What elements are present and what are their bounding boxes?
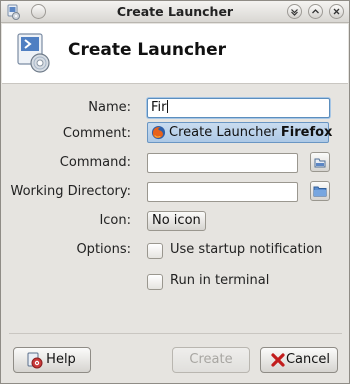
help-button-label: Help (46, 352, 76, 367)
name-input-value: Fir (151, 100, 167, 115)
working-directory-input[interactable] (147, 182, 298, 202)
launcher-icon (17, 33, 50, 73)
firefox-icon (151, 125, 166, 140)
autocomplete-suggestion[interactable]: Create Launcher Firefox (147, 122, 332, 143)
cancel-icon (271, 353, 285, 367)
title-bar[interactable]: Create Launcher (1, 1, 349, 23)
command-input[interactable] (147, 153, 298, 173)
minimize-button[interactable] (287, 4, 302, 19)
page-title: Create Launcher (68, 40, 227, 60)
browse-folder-button[interactable] (310, 181, 330, 201)
options-label-text: Options: (76, 242, 131, 257)
name-input[interactable]: Fir (147, 98, 330, 118)
name-label: Name: (88, 100, 131, 115)
dialog-header: Create Launcher (2, 24, 348, 84)
create-button-label: Create (189, 352, 233, 367)
create-button[interactable]: Create (172, 347, 250, 373)
choose-icon-button-label: No icon (152, 213, 201, 228)
working-directory-label-text: Working Directory: (10, 184, 131, 199)
name-label-text: Name: (88, 100, 131, 115)
close-button[interactable] (329, 4, 344, 19)
chevron-down-icon (291, 9, 298, 16)
icon-label: Icon: (99, 213, 131, 228)
run-in-terminal-label[interactable]: Run in terminal (170, 273, 269, 288)
startup-notification-checkbox[interactable] (147, 243, 163, 259)
maximize-button[interactable] (308, 4, 323, 19)
file-browse-icon (314, 158, 326, 168)
icon-label-text: Icon: (99, 213, 131, 228)
cancel-button[interactable]: Cancel (260, 347, 338, 373)
options-label: Options: (76, 242, 131, 257)
help-icon (27, 352, 43, 369)
close-icon (333, 8, 340, 15)
browse-command-button[interactable] (310, 152, 330, 172)
comment-label-text: Comment: (62, 126, 131, 141)
footer-divider (9, 333, 342, 334)
run-in-terminal-checkbox[interactable] (147, 274, 163, 290)
folder-icon (313, 186, 327, 197)
startup-notification-label[interactable]: Use startup notification (170, 242, 322, 257)
suggestion-prefix: Create Launcher (169, 125, 281, 140)
choose-icon-button[interactable]: No icon (147, 211, 206, 231)
suggestion-match: Firefox (280, 125, 333, 140)
help-button[interactable]: Help (13, 347, 91, 373)
comment-label: Comment: (63, 126, 131, 141)
create-launcher-dialog: Create Launcher Create Launcher Name: Fi… (0, 0, 350, 384)
chevron-up-icon (312, 9, 319, 14)
text-caret (166, 100, 168, 113)
cancel-button-label: Cancel (285, 352, 331, 367)
command-label-text: Command: (59, 155, 131, 170)
command-label: Command: (60, 155, 131, 170)
working-directory-label: Working Directory: (10, 184, 131, 199)
